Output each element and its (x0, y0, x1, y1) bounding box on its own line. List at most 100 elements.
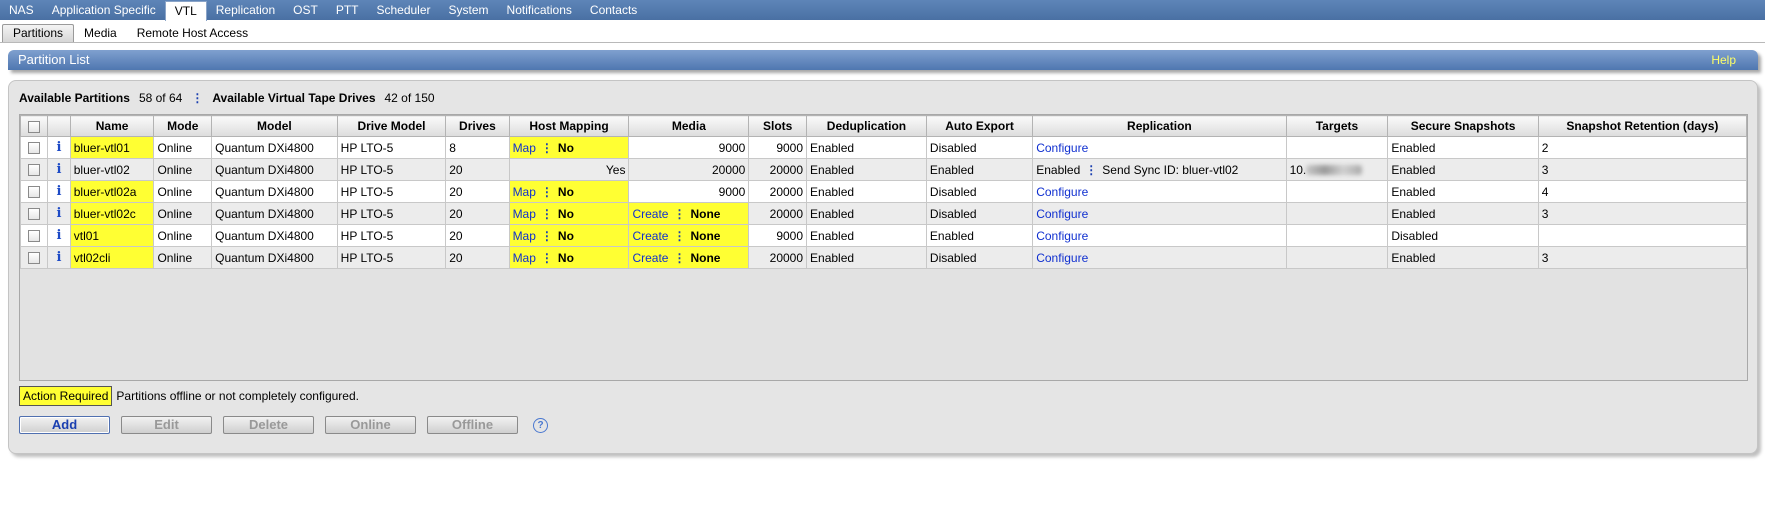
create-link[interactable]: Create (632, 229, 668, 243)
configure-link[interactable]: Configure (1036, 251, 1088, 265)
cell-replication: Enabled ⋮ Send Sync ID: bluer-vtl02 (1032, 158, 1287, 181)
create-link[interactable]: Create (632, 251, 668, 265)
cell-replication: Configure (1032, 202, 1287, 225)
col-name[interactable]: Name (69, 115, 155, 137)
map-link[interactable]: Map (513, 141, 536, 155)
cell-dedup: Enabled (806, 180, 927, 203)
row-select-cell[interactable] (19, 180, 49, 203)
help-icon[interactable]: ? (533, 417, 548, 433)
col-mode[interactable]: Mode (153, 115, 213, 137)
subtab-media[interactable]: Media (74, 25, 127, 42)
tab-replication[interactable]: Replication (207, 0, 284, 20)
cell-retention: 4 (1537, 180, 1748, 203)
configure-link[interactable]: Configure (1036, 141, 1088, 155)
cell-mode: Online (153, 180, 213, 203)
select-all-header[interactable] (19, 115, 49, 137)
help-link[interactable]: Help (1711, 53, 1736, 67)
cell-auto-export: Disabled (925, 202, 1034, 225)
edit-button[interactable]: Edit (121, 416, 212, 434)
partition-table: Name Mode Model Drive Model Drives Host … (19, 114, 1748, 381)
configure-link[interactable]: Configure (1036, 185, 1088, 199)
col-replication[interactable]: Replication (1032, 115, 1287, 137)
select-all-checkbox[interactable] (28, 120, 41, 133)
tab-notifications[interactable]: Notifications (498, 0, 581, 20)
col-drive-model[interactable]: Drive Model (336, 115, 447, 137)
row-select-cell[interactable] (19, 136, 49, 159)
tab-system[interactable]: System (440, 0, 498, 20)
configure-link[interactable]: Configure (1036, 229, 1088, 243)
table-row[interactable]: i vtl01 Online Quantum DXi4800 HP LTO-5 … (19, 224, 1748, 247)
info-cell[interactable]: i (47, 202, 71, 225)
info-icon[interactable]: i (56, 162, 61, 177)
map-link[interactable]: Map (513, 229, 536, 243)
tab-ost[interactable]: OST (284, 0, 327, 20)
map-link[interactable]: Map (513, 251, 536, 265)
top-nav: NAS Application Specific VTL Replication… (0, 0, 1765, 21)
info-icon[interactable]: i (56, 140, 61, 155)
cell-name: vtl01 (69, 224, 155, 247)
cell-auto-export: Disabled (925, 246, 1034, 269)
info-cell[interactable]: i (47, 180, 71, 203)
add-button[interactable]: Add (19, 416, 110, 434)
tab-vtl[interactable]: VTL (164, 0, 207, 21)
cell-name: vtl02cli (69, 246, 155, 269)
map-link[interactable]: Map (513, 185, 536, 199)
col-drives[interactable]: Drives (445, 115, 510, 137)
table-row[interactable]: i vtl02cli Online Quantum DXi4800 HP LTO… (19, 246, 1748, 269)
table-header-row: Name Mode Model Drive Model Drives Host … (19, 115, 1748, 137)
offline-button[interactable]: Offline (427, 416, 518, 434)
row-select-cell[interactable] (19, 246, 49, 269)
table-row[interactable]: i bluer-vtl02c Online Quantum DXi4800 HP… (19, 202, 1748, 225)
row-checkbox[interactable] (28, 252, 41, 265)
col-targets[interactable]: Targets (1285, 115, 1389, 137)
tab-scheduler[interactable]: Scheduler (367, 0, 439, 20)
row-checkbox[interactable] (28, 142, 41, 155)
cell-mode: Online (153, 224, 213, 247)
col-auto-export[interactable]: Auto Export (925, 115, 1034, 137)
col-model[interactable]: Model (211, 115, 338, 137)
cell-host-mapping: Map ⋮ No (508, 224, 630, 247)
info-cell[interactable]: i (47, 246, 71, 269)
row-select-cell[interactable] (19, 202, 49, 225)
info-icon[interactable]: i (56, 250, 61, 265)
cell-model: Quantum DXi4800 (211, 180, 338, 203)
col-deduplication[interactable]: Deduplication (806, 115, 927, 137)
subtab-remote-host-access[interactable]: Remote Host Access (127, 25, 258, 42)
table-row[interactable]: i bluer-vtl01 Online Quantum DXi4800 HP … (19, 136, 1748, 159)
map-link[interactable]: Map (513, 207, 536, 221)
map-status: No (557, 228, 574, 243)
create-link[interactable]: Create (632, 207, 668, 221)
row-checkbox[interactable] (28, 230, 41, 243)
row-checkbox[interactable] (28, 186, 41, 199)
row-checkbox[interactable] (28, 164, 41, 177)
col-slots[interactable]: Slots (748, 115, 808, 137)
button-bar: Add Edit Delete Online Offline ? (19, 416, 548, 434)
online-button[interactable]: Online (325, 416, 416, 434)
row-select-cell[interactable] (19, 158, 49, 181)
info-icon[interactable]: i (56, 184, 61, 199)
cell-mode: Online (153, 202, 213, 225)
tab-application-specific[interactable]: Application Specific (43, 0, 165, 20)
info-icon[interactable]: i (56, 206, 61, 221)
cell-model: Quantum DXi4800 (211, 158, 338, 181)
col-media[interactable]: Media (628, 115, 750, 137)
table-row[interactable]: i bluer-vtl02 Online Quantum DXi4800 HP … (19, 158, 1748, 181)
tab-contacts[interactable]: Contacts (581, 0, 646, 20)
subtab-partitions[interactable]: Partitions (2, 24, 75, 42)
col-snapshot-retention[interactable]: Snapshot Retention (days) (1537, 115, 1748, 137)
panel-title: Partition List (18, 52, 90, 67)
table-row[interactable]: i bluer-vtl02a Online Quantum DXi4800 HP… (19, 180, 1748, 203)
row-select-cell[interactable] (19, 224, 49, 247)
cell-model: Quantum DXi4800 (211, 224, 338, 247)
info-cell[interactable]: i (47, 224, 71, 247)
tab-ptt[interactable]: PTT (327, 0, 368, 20)
row-checkbox[interactable] (28, 208, 41, 221)
tab-nas[interactable]: NAS (0, 0, 43, 20)
delete-button[interactable]: Delete (223, 416, 314, 434)
info-icon[interactable]: i (56, 228, 61, 243)
col-secure-snapshots[interactable]: Secure Snapshots (1387, 115, 1539, 137)
info-cell[interactable]: i (47, 158, 71, 181)
configure-link[interactable]: Configure (1036, 207, 1088, 221)
info-cell[interactable]: i (47, 136, 71, 159)
col-host-mapping[interactable]: Host Mapping (508, 115, 630, 137)
